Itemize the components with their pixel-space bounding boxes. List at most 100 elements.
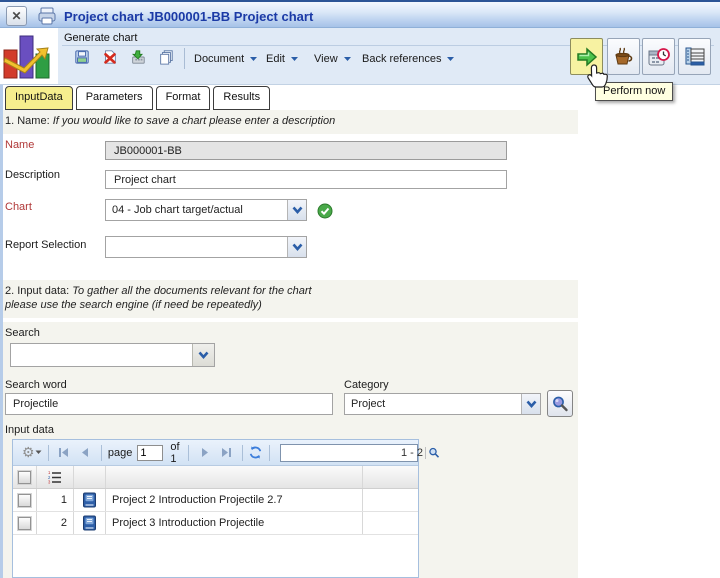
chevron-down-icon[interactable] [192, 344, 214, 366]
svg-text:3: 3 [48, 479, 51, 484]
menu-view-label: View [314, 53, 338, 65]
report-selection-value [106, 237, 287, 257]
coffee-break-button[interactable] [607, 38, 640, 75]
category-select-value: Project [351, 398, 386, 410]
refresh-icon[interactable] [248, 445, 263, 460]
row-extra-cell [363, 512, 418, 534]
calendar-clock-icon [648, 47, 670, 65]
row-title[interactable]: Project 3 Introduction Projectile [106, 512, 363, 534]
tab-strip: InputData Parameters Format Results [5, 86, 271, 110]
tab-inputdata[interactable]: InputData [5, 86, 73, 110]
mouse-cursor-icon [586, 64, 608, 93]
search-select[interactable] [10, 343, 215, 367]
grid-range-input[interactable] [281, 445, 425, 460]
section-inputdata-heading: 2. Input data: To gather all the documen… [3, 280, 578, 318]
description-label: Description [5, 169, 61, 181]
row-number-column-icon: 1 2 3 [48, 470, 61, 484]
category-label: Category [344, 379, 389, 391]
tab-format[interactable]: Format [155, 86, 211, 110]
report-selection-label: Report Selection [5, 239, 87, 251]
report-selection-select[interactable] [105, 236, 307, 258]
toolbar-group-label: Generate chart [64, 32, 138, 44]
chart-select[interactable]: 04 - Job chart target/actual [105, 199, 307, 221]
chevron-down-icon [343, 57, 351, 61]
table-ruler-icon [685, 47, 704, 65]
table-row[interactable]: 1 Project 2 Introduction Projectile 2.7 [13, 489, 418, 512]
import-icon[interactable] [130, 49, 149, 68]
chevron-down-icon [35, 450, 42, 454]
page-title: Project chart JB000001-BB Project chart [64, 9, 314, 24]
grid-quick-search[interactable] [280, 443, 440, 462]
close-icon[interactable]: ✕ [6, 6, 27, 26]
menu-edit-label: Edit [266, 53, 285, 65]
row-number: 2 [37, 512, 74, 534]
grid-pager-toolbar: ⚙ page of 1 [13, 440, 440, 466]
run-search-button[interactable] [547, 390, 573, 417]
menu-document[interactable]: Document [194, 51, 258, 67]
name-label: Name [5, 139, 35, 151]
first-page-icon[interactable] [58, 447, 70, 458]
category-select[interactable]: Project [344, 393, 541, 415]
prev-page-icon[interactable] [80, 447, 89, 458]
pager-separator [101, 444, 102, 461]
chevron-down-icon [290, 57, 298, 61]
chevron-down-icon[interactable] [287, 237, 306, 257]
section-name-heading: 1. Name: If you would like to save a cha… [3, 110, 578, 134]
row-number: 1 [37, 489, 74, 511]
search-select-value [11, 344, 192, 366]
menu-document-label: Document [194, 53, 245, 65]
chart-select-value: 04 - Job chart target/actual [112, 204, 243, 216]
section1-prefix: 1. Name: [5, 115, 53, 127]
row-title[interactable]: Project 2 Introduction Projectile 2.7 [106, 489, 363, 511]
title-column-header [106, 466, 363, 488]
search-word-input[interactable] [5, 393, 333, 415]
app-logo-chart-icon [0, 28, 58, 84]
search-label: Search [5, 327, 40, 339]
toolbar-separator [184, 48, 185, 69]
chevron-down-icon [447, 57, 455, 61]
tab-parameters[interactable]: Parameters [75, 86, 153, 110]
pager-separator [269, 444, 270, 461]
search-icon[interactable] [425, 446, 442, 459]
last-page-icon[interactable] [220, 447, 232, 458]
grid-header-row: 1 2 3 [13, 466, 418, 489]
next-page-icon[interactable] [201, 447, 210, 458]
description-field[interactable] [105, 170, 507, 189]
select-all-checkbox[interactable] [18, 470, 31, 484]
schedule-button[interactable] [642, 38, 675, 75]
save-icon[interactable] [74, 49, 93, 68]
input-data-grid: ⚙ page of 1 [12, 439, 440, 578]
section2-note2: please use the search engine (if need be… [5, 299, 262, 311]
check-circle-icon [317, 203, 333, 222]
chart-label: Chart [5, 201, 32, 213]
report-button[interactable] [678, 38, 711, 75]
section2-prefix: 2. Input data: [5, 285, 73, 297]
pager-separator [47, 444, 49, 461]
title-bar: ✕ Project chart JB000001-BB Project char… [0, 0, 720, 28]
chevron-down-icon[interactable] [287, 200, 306, 220]
row-checkbox[interactable] [18, 516, 31, 530]
grid-actions-menu[interactable]: ⚙ [22, 444, 42, 461]
chevron-down-icon[interactable] [521, 394, 540, 414]
section2-note1: To gather all the documents relevant for… [72, 285, 312, 297]
delete-document-icon[interactable] [102, 49, 121, 68]
tab-results[interactable]: Results [213, 86, 271, 110]
pager-separator [188, 444, 189, 461]
row-checkbox[interactable] [18, 493, 31, 507]
document-icon [83, 492, 96, 508]
page-label: page [107, 446, 133, 459]
gear-icon: ⚙ [22, 444, 35, 460]
icon-column-header [74, 466, 106, 488]
copy-icon[interactable] [158, 49, 177, 68]
menu-back-references[interactable]: Back references [362, 51, 455, 67]
menu-view[interactable]: View [314, 51, 352, 67]
page-number-input[interactable] [137, 444, 164, 461]
print-icon[interactable] [36, 5, 58, 30]
table-row[interactable]: 2 Project 3 Introduction Projectile [13, 512, 418, 535]
menu-edit[interactable]: Edit [266, 51, 299, 67]
menu-back-references-label: Back references [362, 53, 442, 65]
pager-separator [241, 444, 243, 461]
chevron-down-icon [250, 57, 258, 61]
section1-note: If you would like to save a chart please… [52, 115, 336, 127]
document-icon [83, 515, 96, 531]
